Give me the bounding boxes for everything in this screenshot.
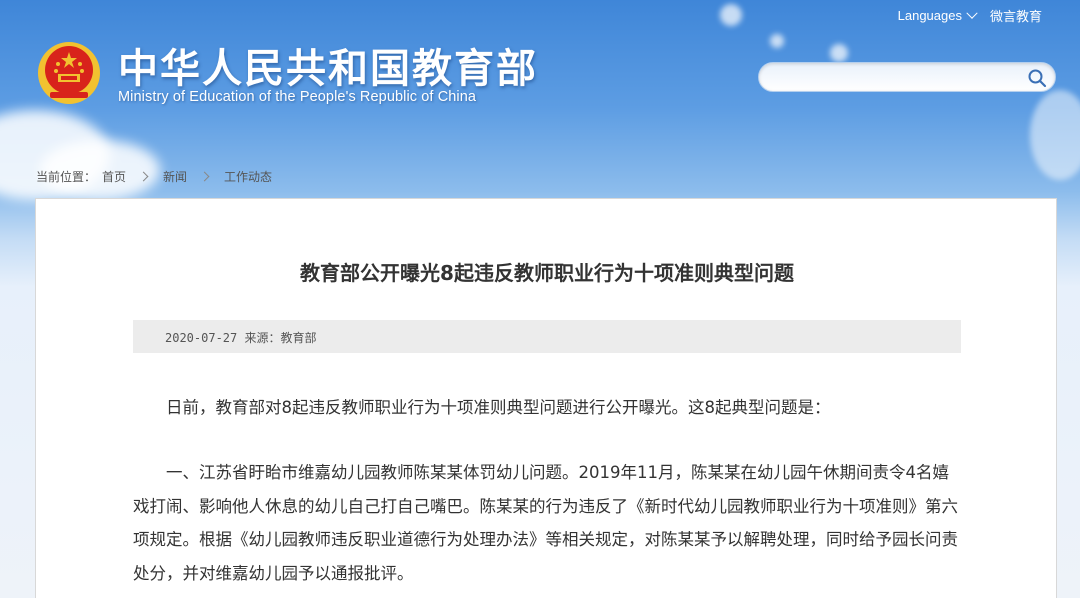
search-icon[interactable] [1027, 68, 1047, 88]
site-header: 中华人民共和国教育部 Ministry of Education of the … [0, 0, 1080, 150]
languages-dropdown[interactable]: Languages [897, 7, 978, 23]
chevron-right-icon [138, 171, 149, 182]
national-emblem-icon [38, 42, 100, 104]
search-box [758, 62, 1056, 92]
breadcrumb-news[interactable]: 新闻 [163, 168, 187, 185]
breadcrumb-home[interactable]: 首页 [102, 168, 126, 185]
languages-label: Languages [897, 8, 962, 23]
chevron-down-icon [966, 7, 978, 19]
article-title: 教育部公开曝光8起违反教师职业行为十项准则典型问题 [300, 261, 794, 285]
article-paragraph: 一、江苏省盱眙市维嘉幼儿园教师陈某某体罚幼儿问题。2019年11月，陈某某在幼儿… [133, 463, 958, 583]
search-input[interactable] [773, 67, 1023, 87]
article-panel: 教育部公开曝光8起违反教师职业行为十项准则典型问题 2020-07-27 来源：… [35, 198, 1057, 598]
breadcrumb-work-updates[interactable]: 工作动态 [224, 168, 272, 185]
chevron-right-icon [199, 171, 210, 182]
article-meta: 2020-07-27 来源：教育部 [165, 331, 317, 345]
breadcrumb: 当前位置： 首页 新闻 工作动态 [36, 168, 272, 185]
breadcrumb-prefix: 当前位置： [36, 170, 97, 184]
site-title: 中华人民共和国教育部 [118, 46, 538, 92]
weibo-link[interactable]: 微言教育 [990, 6, 1042, 25]
article-paragraph: 日前，教育部对8起违反教师职业行为十项准则典型问题进行公开曝光。这8起典型问题是… [166, 398, 831, 417]
site-subtitle: Ministry of Education of the People's Re… [118, 89, 477, 105]
article-meta-bar: 2020-07-27 来源：教育部 [133, 320, 961, 353]
top-links: Languages 微言教育 [898, 6, 1042, 25]
weibo-label: 微言教育 [989, 9, 1042, 24]
